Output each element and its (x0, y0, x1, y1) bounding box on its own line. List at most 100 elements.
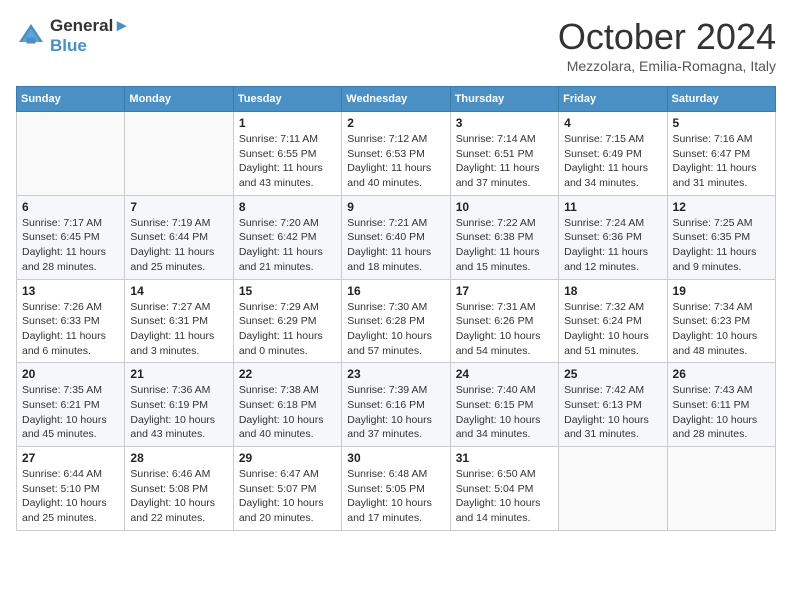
day-info: Sunrise: 6:48 AM Sunset: 5:05 PM Dayligh… (347, 467, 444, 526)
day-number: 23 (347, 367, 444, 381)
header-saturday: Saturday (667, 87, 775, 112)
calendar-table: SundayMondayTuesdayWednesdayThursdayFrid… (16, 86, 776, 531)
calendar-cell: 31 Sunrise: 6:50 AM Sunset: 5:04 PM Dayli… (450, 447, 558, 531)
calendar-cell: 29 Sunrise: 6:47 AM Sunset: 5:07 PM Dayli… (233, 447, 341, 531)
week-row-3: 13 Sunrise: 7:26 AM Sunset: 6:33 PM Dayli… (17, 279, 776, 363)
day-info: Sunrise: 7:19 AM Sunset: 6:44 PM Dayligh… (130, 216, 227, 275)
logo-text: General► Blue (50, 16, 130, 56)
calendar-cell: 5Sunrise: 7:16 AM Sunset: 6:47 PM Daylig… (667, 112, 775, 196)
day-number: 29 (239, 451, 336, 465)
header-wednesday: Wednesday (342, 87, 450, 112)
page-header: General► Blue October 2024 Mezzolara, Em… (16, 16, 776, 74)
day-number: 12 (673, 200, 770, 214)
day-info: Sunrise: 7:11 AM Sunset: 6:55 PM Dayligh… (239, 132, 336, 191)
day-info: Sunrise: 7:32 AM Sunset: 6:24 PM Dayligh… (564, 300, 661, 359)
day-number: 15 (239, 284, 336, 298)
day-number: 20 (22, 367, 119, 381)
day-number: 19 (673, 284, 770, 298)
calendar-cell: 22 Sunrise: 7:38 AM Sunset: 6:18 PM Dayli… (233, 363, 341, 447)
week-row-2: 6 Sunrise: 7:17 AM Sunset: 6:45 PM Daylig… (17, 195, 776, 279)
calendar-cell: 1 Sunrise: 7:11 AM Sunset: 6:55 PM Daylig… (233, 112, 341, 196)
day-number: 5 (673, 116, 770, 130)
calendar-cell: 9 Sunrise: 7:21 AM Sunset: 6:40 PM Daylig… (342, 195, 450, 279)
day-info: Sunrise: 7:20 AM Sunset: 6:42 PM Dayligh… (239, 216, 336, 275)
calendar-cell: 28Sunrise: 6:46 AM Sunset: 5:08 PM Dayli… (125, 447, 233, 531)
calendar-cell: 18 Sunrise: 7:32 AM Sunset: 6:24 PM Dayli… (559, 279, 667, 363)
day-number: 26 (673, 367, 770, 381)
calendar-cell: 25Sunrise: 7:42 AM Sunset: 6:13 PM Dayli… (559, 363, 667, 447)
calendar-cell: 4Sunrise: 7:15 AM Sunset: 6:49 PM Daylig… (559, 112, 667, 196)
day-info: Sunrise: 7:35 AM Sunset: 6:21 PM Dayligh… (22, 383, 119, 442)
day-number: 6 (22, 200, 119, 214)
day-info: Sunrise: 7:27 AM Sunset: 6:31 PM Dayligh… (130, 300, 227, 359)
calendar-cell: 27 Sunrise: 6:44 AM Sunset: 5:10 PM Dayli… (17, 447, 125, 531)
header-friday: Friday (559, 87, 667, 112)
day-number: 16 (347, 284, 444, 298)
day-info: Sunrise: 7:34 AM Sunset: 6:23 PM Dayligh… (673, 300, 770, 359)
day-number: 2 (347, 116, 444, 130)
day-number: 27 (22, 451, 119, 465)
calendar-cell: 16 Sunrise: 7:30 AM Sunset: 6:28 PM Dayli… (342, 279, 450, 363)
day-info: Sunrise: 6:47 AM Sunset: 5:07 PM Dayligh… (239, 467, 336, 526)
calendar-cell: 19 Sunrise: 7:34 AM Sunset: 6:23 PM Dayli… (667, 279, 775, 363)
header-sunday: Sunday (17, 87, 125, 112)
day-info: Sunrise: 7:12 AM Sunset: 6:53 PM Dayligh… (347, 132, 444, 191)
day-number: 18 (564, 284, 661, 298)
calendar-cell: 23Sunrise: 7:39 AM Sunset: 6:16 PM Dayli… (342, 363, 450, 447)
day-number: 9 (347, 200, 444, 214)
calendar-cell: 21Sunrise: 7:36 AM Sunset: 6:19 PM Dayli… (125, 363, 233, 447)
day-number: 3 (456, 116, 553, 130)
calendar-cell (667, 447, 775, 531)
day-info: Sunrise: 6:44 AM Sunset: 5:10 PM Dayligh… (22, 467, 119, 526)
title-block: October 2024 Mezzolara, Emilia-Romagna, … (558, 16, 776, 74)
day-info: Sunrise: 7:25 AM Sunset: 6:35 PM Dayligh… (673, 216, 770, 275)
day-info: Sunrise: 7:40 AM Sunset: 6:15 PM Dayligh… (456, 383, 553, 442)
calendar-cell: 8 Sunrise: 7:20 AM Sunset: 6:42 PM Daylig… (233, 195, 341, 279)
header-monday: Monday (125, 87, 233, 112)
day-info: Sunrise: 6:46 AM Sunset: 5:08 PM Dayligh… (130, 467, 227, 526)
calendar-cell: 3 Sunrise: 7:14 AM Sunset: 6:51 PM Daylig… (450, 112, 558, 196)
day-number: 10 (456, 200, 553, 214)
day-number: 31 (456, 451, 553, 465)
week-row-1: 1 Sunrise: 7:11 AM Sunset: 6:55 PM Daylig… (17, 112, 776, 196)
day-info: Sunrise: 7:24 AM Sunset: 6:36 PM Dayligh… (564, 216, 661, 275)
calendar-cell: 7 Sunrise: 7:19 AM Sunset: 6:44 PM Daylig… (125, 195, 233, 279)
day-info: Sunrise: 7:43 AM Sunset: 6:11 PM Dayligh… (673, 383, 770, 442)
day-number: 1 (239, 116, 336, 130)
day-info: Sunrise: 6:50 AM Sunset: 5:04 PM Dayligh… (456, 467, 553, 526)
day-info: Sunrise: 7:26 AM Sunset: 6:33 PM Dayligh… (22, 300, 119, 359)
day-number: 7 (130, 200, 227, 214)
calendar-cell: 24 Sunrise: 7:40 AM Sunset: 6:15 PM Dayli… (450, 363, 558, 447)
calendar-cell: 15 Sunrise: 7:29 AM Sunset: 6:29 PM Dayli… (233, 279, 341, 363)
day-info: Sunrise: 7:17 AM Sunset: 6:45 PM Dayligh… (22, 216, 119, 275)
day-info: Sunrise: 7:22 AM Sunset: 6:38 PM Dayligh… (456, 216, 553, 275)
logo-icon (16, 21, 46, 51)
day-number: 17 (456, 284, 553, 298)
day-info: Sunrise: 7:21 AM Sunset: 6:40 PM Dayligh… (347, 216, 444, 275)
calendar-cell: 26 Sunrise: 7:43 AM Sunset: 6:11 PM Dayli… (667, 363, 775, 447)
day-number: 21 (130, 367, 227, 381)
day-number: 14 (130, 284, 227, 298)
calendar-cell: 2 Sunrise: 7:12 AM Sunset: 6:53 PM Daylig… (342, 112, 450, 196)
location: Mezzolara, Emilia-Romagna, Italy (558, 58, 776, 74)
day-number: 13 (22, 284, 119, 298)
calendar-cell: 6 Sunrise: 7:17 AM Sunset: 6:45 PM Daylig… (17, 195, 125, 279)
calendar-cell: 11Sunrise: 7:24 AM Sunset: 6:36 PM Dayli… (559, 195, 667, 279)
header-tuesday: Tuesday (233, 87, 341, 112)
day-number: 22 (239, 367, 336, 381)
day-info: Sunrise: 7:30 AM Sunset: 6:28 PM Dayligh… (347, 300, 444, 359)
day-number: 24 (456, 367, 553, 381)
calendar-cell: 20 Sunrise: 7:35 AM Sunset: 6:21 PM Dayli… (17, 363, 125, 447)
calendar-cell: 13 Sunrise: 7:26 AM Sunset: 6:33 PM Dayli… (17, 279, 125, 363)
day-info: Sunrise: 7:29 AM Sunset: 6:29 PM Dayligh… (239, 300, 336, 359)
day-info: Sunrise: 7:14 AM Sunset: 6:51 PM Dayligh… (456, 132, 553, 191)
day-number: 30 (347, 451, 444, 465)
day-number: 25 (564, 367, 661, 381)
day-info: Sunrise: 7:31 AM Sunset: 6:26 PM Dayligh… (456, 300, 553, 359)
day-number: 8 (239, 200, 336, 214)
calendar-header-row: SundayMondayTuesdayWednesdayThursdayFrid… (17, 87, 776, 112)
calendar-cell: 30 Sunrise: 6:48 AM Sunset: 5:05 PM Dayli… (342, 447, 450, 531)
month-title: October 2024 (558, 16, 776, 58)
day-info: Sunrise: 7:38 AM Sunset: 6:18 PM Dayligh… (239, 383, 336, 442)
calendar-cell (17, 112, 125, 196)
